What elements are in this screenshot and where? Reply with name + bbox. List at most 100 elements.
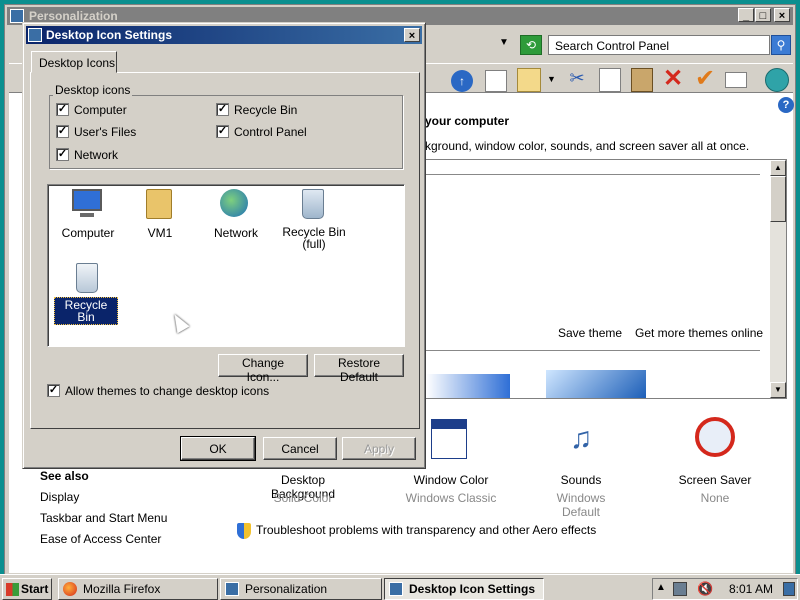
control-panel-checkbox-label[interactable]: Control Panel [234,125,307,139]
search-box[interactable]: Search Control Panel [548,35,770,55]
up-arrow-icon[interactable]: ↑ [451,70,473,92]
copy-icon[interactable] [599,68,621,92]
allow-themes-label[interactable]: Allow themes to change desktop icons [65,384,269,398]
users-files-checkbox-label[interactable]: User's Files [74,125,136,139]
views-icon[interactable] [517,68,541,92]
setting-screen-saver[interactable]: Screen Saver None [673,413,773,505]
shield-icon [237,523,251,539]
recycle-bin-checkbox-label[interactable]: Recycle Bin [234,103,297,117]
network-icon [220,189,248,217]
icon-item-vm1[interactable]: VM1 [130,187,190,253]
network-checkbox-label[interactable]: Network [74,148,118,162]
minimize-button[interactable]: _ [738,8,754,22]
network-tray-icon[interactable] [673,582,687,596]
see-also-heading: See also [40,469,89,483]
paste-icon[interactable] [631,68,653,92]
dialog-title-bar[interactable]: Desktop Icon Settings × [26,26,422,44]
volume-muted-icon[interactable]: 🔇 [697,581,713,597]
show-desktop-icon[interactable] [783,582,795,596]
help-icon[interactable]: ? [778,97,794,113]
dialog-close-button[interactable]: × [404,28,420,42]
taskbar-item-personalization-label: Personalization [245,582,328,596]
apply-button[interactable]: Apply [342,437,416,460]
tray-expand-icon[interactable]: ▲ [656,582,666,593]
taskbar-item-desktop-icon-settings-label: Desktop Icon Settings [409,582,536,596]
allow-themes-checkbox[interactable]: ✓ [47,384,60,397]
setting-sounds[interactable]: ♫ Sounds Windows Default [539,413,639,519]
search-placeholder: Search Control Panel [555,39,670,53]
maximize-button[interactable]: □ [755,8,771,22]
icon-label-vm1: VM1 [147,226,173,240]
system-tray: ▲ 🔇 8:01 AM [652,578,798,600]
window-color-value: Windows Classic [405,491,497,505]
scroll-up-icon[interactable]: ▲ [770,160,786,176]
icon-item-recycle-bin-full[interactable]: Recycle Bin (full) [274,187,354,253]
see-also-ease-of-access-link[interactable]: Ease of Access Center [40,532,161,546]
personalization-window-icon [10,9,24,23]
icon-list-view[interactable]: Computer VM1 Network Recycle Bin (full) … [47,184,405,347]
change-icon-button[interactable]: Change Icon... [218,354,308,384]
computer-checkbox[interactable]: ✓ [56,103,69,116]
dialog-window-icon [28,28,42,42]
save-theme-link[interactable]: Save theme [558,326,622,340]
desktop-icons-group-label: Desktop icons [53,83,133,97]
sounds-label: Sounds [560,473,602,487]
dialog-title: Desktop Icon Settings [46,28,173,42]
icon-label-recycle-bin-empty: Recycle Bin (empty) [64,298,108,336]
scroll-thumb[interactable] [770,176,786,222]
screen-saver-value: None [700,491,730,505]
taskbar: Start Mozilla Firefox Personalization De… [0,574,800,600]
tab-desktop-icons[interactable]: Desktop Icons [31,51,117,73]
theme-list-scrollbar[interactable]: ▲ ▼ [770,160,786,398]
search-icon[interactable]: ⚲ [771,35,791,55]
theme-thumbnail[interactable] [546,370,646,398]
see-also-taskbar-link[interactable]: Taskbar and Start Menu [40,511,167,525]
icon-label-computer: Computer [61,226,115,240]
personalization-icon [225,582,239,596]
get-more-themes-link[interactable]: Get more themes online [635,326,763,340]
address-dropdown-arrow[interactable]: ▼ [499,37,513,51]
icon-item-computer[interactable]: Computer [58,187,118,253]
taskbar-item-desktop-icon-settings[interactable]: Desktop Icon Settings [384,578,544,600]
cut-icon[interactable]: ✂ [565,68,589,92]
taskbar-item-personalization[interactable]: Personalization [220,578,382,600]
desktop-icon-settings-icon [389,582,403,596]
clock[interactable]: 8:01 AM [729,582,773,596]
globe-icon[interactable] [765,68,789,92]
cancel-button[interactable]: Cancel [263,437,337,460]
firefox-icon [63,582,77,596]
icon-label-network: Network [213,226,258,240]
network-checkbox[interactable]: ✓ [56,148,69,161]
page-subheading: kground, window color, sounds, and scree… [425,139,750,153]
scroll-down-icon[interactable]: ▼ [770,382,786,398]
mouse-cursor-icon [168,310,190,334]
properties-icon[interactable]: ✔ [693,66,717,92]
theme-list-top-line [426,174,760,175]
users-files-checkbox[interactable]: ✓ [56,125,69,138]
computer-stand [80,213,94,217]
delete-icon[interactable]: ✕ [661,66,685,92]
theme-thumbnail[interactable] [426,374,510,398]
icon-item-network[interactable]: Network [206,187,266,253]
sounds-value: Windows Default [556,491,606,519]
icon-item-recycle-bin-empty[interactable]: Recycle Bin (empty) [54,261,120,335]
computer-checkbox-label[interactable]: Computer [74,103,127,117]
restore-default-button[interactable]: Restore Default [314,354,404,384]
ok-button[interactable]: OK [180,436,256,461]
troubleshoot-link[interactable]: Troubleshoot problems with transparency … [256,523,596,537]
theme-list[interactable]: Save theme Get more themes online ▲ ▼ [425,159,787,399]
folders-icon[interactable] [485,70,507,92]
control-panel-checkbox[interactable]: ✓ [216,125,229,138]
recycle-bin-checkbox[interactable]: ✓ [216,103,229,116]
close-button[interactable]: × [774,8,790,22]
computer-icon [72,189,102,211]
recycle-bin-full-icon [302,189,324,219]
views-dropdown-icon[interactable]: ▼ [547,74,556,84]
mail-icon[interactable] [725,72,747,88]
start-button[interactable]: Start [2,578,52,600]
personalization-title: Personalization [29,9,118,23]
taskbar-item-firefox[interactable]: Mozilla Firefox [58,578,218,600]
refresh-button[interactable]: ⟲ [520,35,542,55]
icon-label-recycle-bin-full: Recycle Bin (full) [282,225,346,251]
see-also-display-link[interactable]: Display [40,490,79,504]
